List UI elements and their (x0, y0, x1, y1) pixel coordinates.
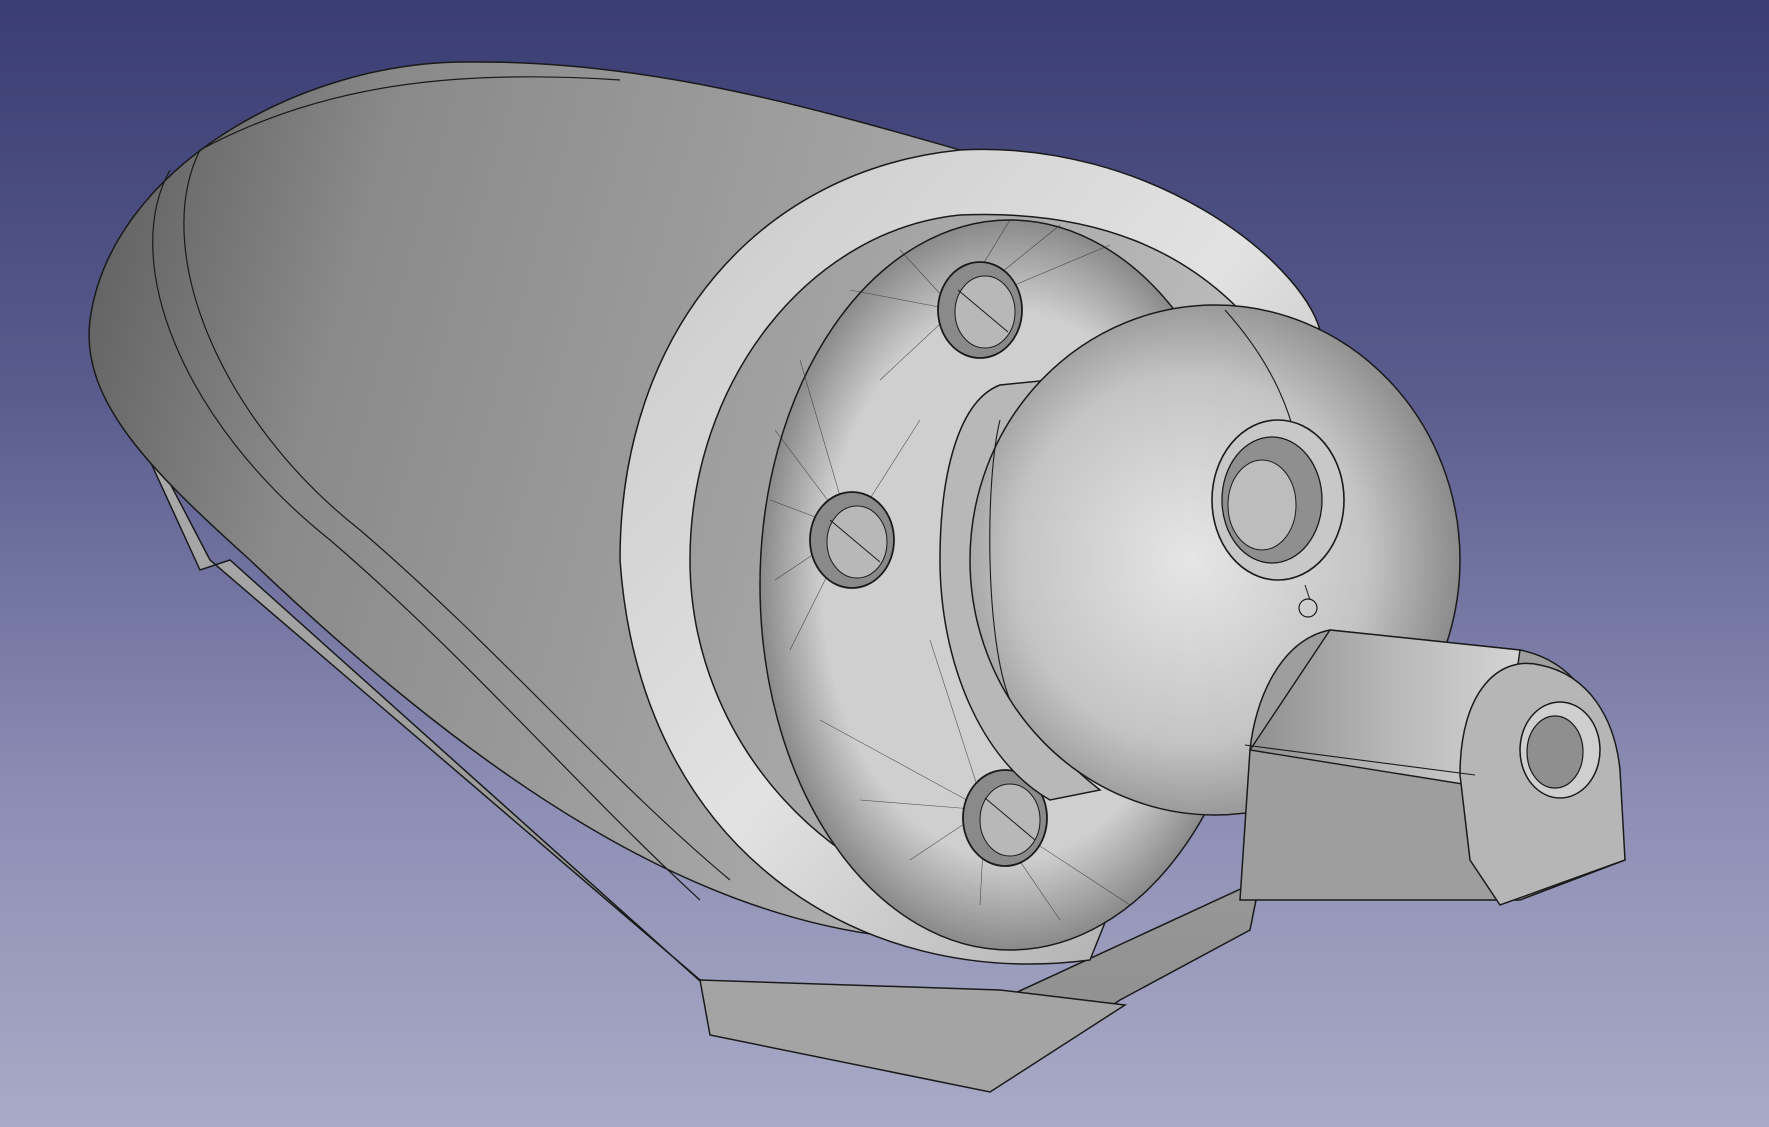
3d-viewport[interactable] (0, 0, 1769, 1127)
screw-hole-top (937, 261, 1023, 359)
screw-hole-middle (809, 491, 895, 589)
mounting-boss (1239, 629, 1626, 906)
3d-model-render[interactable] (0, 0, 1769, 1127)
